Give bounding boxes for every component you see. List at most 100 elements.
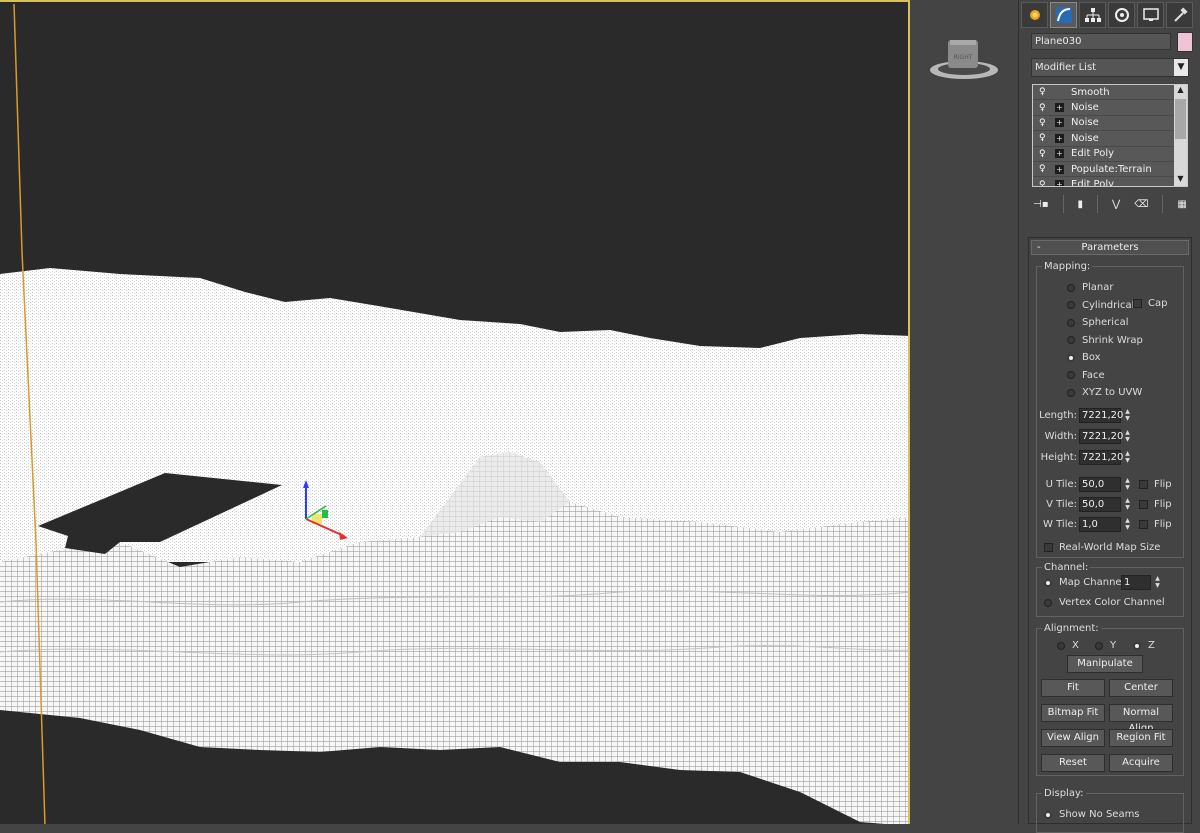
transform-gizmo[interactable]: Z: [296, 473, 360, 544]
utilities-tab[interactable]: [1166, 2, 1193, 28]
pin-stack-icon[interactable]: ⊣▪: [1033, 199, 1049, 210]
expand-icon[interactable]: +: [1055, 164, 1064, 174]
show-end-result-icon[interactable]: ▮: [1078, 199, 1084, 210]
map-channel-radio[interactable]: Map Channel:: [1044, 577, 1128, 588]
lightbulb-icon[interactable]: ♀: [1039, 180, 1051, 186]
create-tab[interactable]: [1021, 2, 1048, 28]
stack-item-label: Populate:Terrain: [1071, 163, 1152, 175]
real-world-map-size-checkbox[interactable]: Real-World Map Size: [1044, 542, 1160, 553]
manipulate-button[interactable]: Manipulate: [1067, 655, 1143, 673]
lightbulb-icon[interactable]: ♀: [1039, 118, 1051, 128]
stack-item[interactable]: ♀ + Noise: [1033, 100, 1187, 116]
map-channel-spinner[interactable]: ▲ ▼: [1153, 575, 1162, 590]
modifier-list-dropdown[interactable]: Modifier List ▼: [1031, 58, 1189, 77]
width-spinner[interactable]: ▲ ▼: [1123, 429, 1132, 444]
wtile-input[interactable]: 1,0: [1079, 517, 1121, 532]
modifier-stack[interactable]: ♀ Smooth ♀ + Noise ♀ + Noise ♀ + Noise ♀ + Edit Poly ♀…: [1032, 84, 1188, 187]
region-fit-button[interactable]: Region Fit: [1109, 729, 1173, 747]
display-tab[interactable]: [1137, 2, 1164, 28]
parameters-rollout-header[interactable]: - Parameters: [1031, 240, 1189, 255]
expand-icon[interactable]: +: [1055, 118, 1064, 128]
map-channel-param: 1 ▲ ▼: [1121, 575, 1162, 590]
mapping-radio-cylindrical[interactable]: Cylindrical: [1067, 300, 1134, 311]
lightbulb-icon[interactable]: ♀: [1039, 149, 1051, 159]
u-flip-checkbox[interactable]: Flip: [1139, 479, 1172, 490]
hierarchy-tab[interactable]: [1079, 2, 1106, 28]
object-name-field[interactable]: Plane030: [1031, 33, 1171, 50]
real-world-map-size-label: Real-World Map Size: [1059, 542, 1161, 553]
expand-icon[interactable]: +: [1055, 133, 1064, 143]
lightbulb-icon[interactable]: ♀: [1039, 164, 1051, 174]
center-button[interactable]: Center: [1109, 679, 1173, 697]
expand-icon[interactable]: [1055, 88, 1064, 97]
modify-tab[interactable]: [1050, 2, 1077, 28]
lightbulb-icon[interactable]: ♀: [1039, 87, 1051, 97]
align-y-label: Y: [1110, 640, 1117, 651]
height-spinner[interactable]: ▲ ▼: [1123, 450, 1132, 465]
fit-button[interactable]: Fit: [1041, 679, 1105, 697]
reset-button[interactable]: Reset: [1041, 754, 1105, 772]
acquire-button[interactable]: Acquire: [1109, 754, 1173, 772]
mapping-radio-face[interactable]: Face: [1067, 370, 1105, 381]
stack-item[interactable]: ♀ + Populate:Terrain: [1033, 162, 1187, 178]
map-channel-input[interactable]: 1: [1121, 575, 1151, 590]
configure-modifier-sets-icon[interactable]: ▦: [1177, 199, 1186, 210]
w-flip-checkbox[interactable]: Flip: [1139, 519, 1172, 530]
cap-checkbox[interactable]: Cap: [1133, 298, 1167, 309]
scrollbar-thumb[interactable]: [1175, 99, 1186, 139]
motion-tab[interactable]: [1108, 2, 1135, 28]
utile-input[interactable]: 50,0: [1079, 477, 1121, 492]
vtile-spinner[interactable]: ▲ ▼: [1123, 497, 1132, 512]
utile-spinner[interactable]: ▲ ▼: [1123, 477, 1132, 492]
stack-item[interactable]: ♀ + Noise: [1033, 116, 1187, 132]
mapping-radio-box[interactable]: Box: [1067, 352, 1101, 363]
vtile-param: V Tile: 50,0 ▲ ▼: [1037, 497, 1132, 512]
expand-icon[interactable]: +: [1055, 149, 1064, 159]
object-color-swatch[interactable]: [1177, 32, 1193, 52]
align-x-radio[interactable]: X: [1057, 640, 1079, 651]
w-flip-label: Flip: [1154, 519, 1172, 530]
stack-item[interactable]: ♀ + Edit Poly: [1033, 147, 1187, 162]
stack-item-label: Noise: [1071, 102, 1099, 114]
height-input[interactable]: 7221,20: [1079, 450, 1123, 465]
mapping-radio-planar[interactable]: Planar: [1067, 282, 1114, 293]
mapping-radio-shrink-wrap[interactable]: Shrink Wrap: [1067, 335, 1143, 346]
vtile-input[interactable]: 50,0: [1079, 497, 1121, 512]
utile-label: U Tile:: [1045, 479, 1077, 490]
make-unique-icon[interactable]: ⋁: [1112, 199, 1120, 210]
wtile-spinner[interactable]: ▲ ▼: [1123, 517, 1132, 532]
lightbulb-icon[interactable]: ♀: [1039, 133, 1051, 143]
expand-icon[interactable]: +: [1055, 103, 1064, 113]
align-z-radio[interactable]: Z: [1133, 640, 1155, 651]
align-y-radio[interactable]: Y: [1095, 640, 1116, 651]
rollout-title: Parameters: [1081, 242, 1139, 253]
alignment-title: Alignment:: [1042, 623, 1101, 634]
normal-align-button[interactable]: Normal Align: [1109, 704, 1173, 734]
perspective-viewport[interactable]: Z: [0, 0, 910, 824]
mapping-radio-spherical[interactable]: Spherical: [1067, 317, 1128, 328]
collapse-icon: -: [1037, 242, 1041, 253]
length-spinner[interactable]: ▲ ▼: [1123, 408, 1132, 423]
vertex-color-channel-radio[interactable]: Vertex Color Channel: [1044, 597, 1165, 608]
gizmo-z-label: Z: [304, 474, 309, 481]
scroll-up-icon[interactable]: ▲: [1174, 85, 1187, 97]
scroll-down-icon[interactable]: ▼: [1174, 174, 1187, 186]
channel-title: Channel:: [1042, 562, 1091, 573]
expand-icon[interactable]: +: [1055, 180, 1064, 186]
width-input[interactable]: 7221,20: [1079, 429, 1123, 444]
lightbulb-icon[interactable]: ♀: [1039, 103, 1051, 113]
remove-modifier-icon[interactable]: ⌫: [1134, 199, 1148, 210]
stack-item[interactable]: ♀ Smooth: [1033, 85, 1187, 101]
display-group: Display: Show No Seams: [1036, 788, 1184, 833]
bitmap-fit-button[interactable]: Bitmap Fit: [1041, 704, 1105, 722]
viewcube[interactable]: RIGHT: [928, 38, 1004, 84]
stack-item[interactable]: ♀ + Edit Poly: [1033, 177, 1187, 186]
view-align-button[interactable]: View Align: [1041, 729, 1105, 747]
show-no-seams-radio[interactable]: Show No Seams: [1044, 809, 1140, 820]
modifier-stack-scrollbar[interactable]: ▲ ▼: [1174, 85, 1187, 186]
mapping-radio-xyz-to-uvw[interactable]: XYZ to UVW: [1067, 387, 1142, 398]
length-input[interactable]: 7221,20: [1079, 408, 1123, 423]
stack-item[interactable]: ♀ + Noise: [1033, 131, 1187, 147]
mapping-option-label: Spherical: [1082, 317, 1129, 328]
v-flip-checkbox[interactable]: Flip: [1139, 499, 1172, 510]
